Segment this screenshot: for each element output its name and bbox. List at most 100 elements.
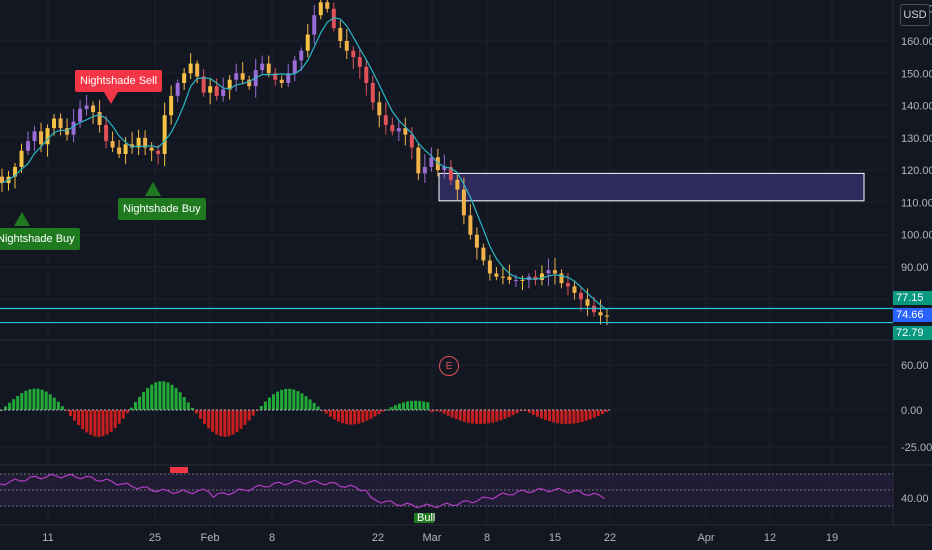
currency-button[interactable]: USD (900, 4, 930, 26)
price-axis-label: 150.00 (901, 68, 932, 80)
candle-body (552, 270, 557, 274)
candle-body (474, 234, 479, 248)
candle-body (598, 312, 603, 316)
candle-body (318, 2, 323, 16)
hist-bar (580, 410, 584, 422)
hist-bar (341, 410, 345, 424)
candle-body (201, 76, 206, 93)
hist-bar (60, 406, 64, 410)
buy-signal-label-2: Nightshade Buy (118, 198, 206, 220)
hist-bar (450, 410, 454, 418)
candle-body (344, 41, 349, 51)
hist-bar (564, 410, 568, 424)
hist-bar (97, 410, 101, 437)
hist-bar (194, 410, 198, 414)
hist-bar (40, 389, 44, 410)
hist-bar (150, 384, 154, 410)
sell-signal-label: Nightshade Sell (75, 70, 163, 92)
hist-bar (531, 410, 535, 415)
hist-bar (276, 391, 280, 410)
candle-body (84, 105, 89, 109)
time-axis-label: 22 (372, 532, 384, 544)
hist-bar (174, 388, 178, 410)
hist-bar (535, 410, 539, 417)
candle-body (19, 150, 24, 167)
time-axis-label: Apr (697, 532, 714, 544)
hist-bar (44, 391, 48, 410)
hist-bar (511, 410, 515, 416)
hist-bar (263, 401, 267, 410)
hist-bar (85, 410, 89, 433)
hist-bar (568, 410, 572, 424)
hist-bar (292, 389, 296, 410)
candle-body (539, 273, 544, 280)
hist-bar (353, 410, 357, 425)
price-axis-label: 160.00 (901, 36, 932, 48)
hist-bar (349, 410, 353, 425)
hist-bar (596, 410, 600, 416)
earnings-marker[interactable]: E (439, 356, 459, 376)
candle-body (175, 82, 180, 96)
hist-bar (243, 410, 247, 425)
candle-body (58, 118, 63, 129)
time-axis-label: 11 (42, 532, 53, 544)
hist-bar (56, 401, 60, 410)
hist-bar (418, 400, 422, 410)
candle-body (312, 15, 317, 35)
hist-bar (544, 410, 548, 421)
hist-bar (442, 410, 446, 414)
candle-body (455, 179, 460, 190)
hist-bar (373, 410, 377, 417)
hist-bar (158, 381, 162, 410)
hist-bar (572, 410, 576, 424)
hist-bar (89, 410, 93, 435)
hist-bar (16, 395, 20, 410)
hist-bar (48, 394, 52, 410)
candle-body (169, 95, 174, 116)
hist-bar (24, 390, 28, 410)
candle-body (45, 128, 50, 145)
hist-bar (12, 399, 16, 410)
hist-bar (336, 410, 340, 422)
candle-body (578, 292, 583, 300)
candle-body (390, 124, 395, 132)
hist-bar (552, 410, 556, 423)
hist-bar (93, 410, 97, 437)
candle-body (377, 102, 382, 116)
hist-bar (259, 406, 263, 410)
hist-bar (499, 410, 503, 421)
hist-bar (475, 410, 479, 424)
candle-body (208, 86, 213, 93)
hist-bar (215, 410, 219, 435)
hist-bar (4, 406, 8, 410)
price-tag-last: 74.66 (893, 308, 932, 322)
hist-bar (300, 393, 304, 410)
hist-bar (178, 392, 182, 410)
candle-body (279, 79, 284, 83)
candle-body (338, 28, 343, 41)
hist-bar (101, 410, 105, 437)
candle-body (71, 121, 76, 135)
hist-bar (166, 382, 170, 410)
hist-bar (182, 397, 186, 410)
hist-bar (117, 410, 121, 424)
candle-body (234, 73, 239, 80)
hist-bar (361, 410, 365, 423)
hist-bar (138, 396, 142, 410)
hist-bar (466, 410, 470, 423)
hist-bar (393, 405, 397, 410)
candle-body (299, 50, 304, 61)
hist-bar (239, 410, 243, 429)
hist-bar (105, 410, 109, 435)
hist-bar (357, 410, 361, 424)
candle-body (104, 124, 109, 142)
hist-axis-label: 60.00 (901, 360, 929, 372)
time-axis-label: 22 (604, 532, 616, 544)
hist-bar (219, 410, 223, 437)
hist-bar (211, 410, 215, 432)
hist-bar (69, 410, 73, 416)
hist-bar (223, 410, 227, 437)
time-axis-label: 12 (764, 532, 776, 544)
time-axis-label: 8 (269, 532, 275, 544)
candle-body (110, 141, 115, 148)
